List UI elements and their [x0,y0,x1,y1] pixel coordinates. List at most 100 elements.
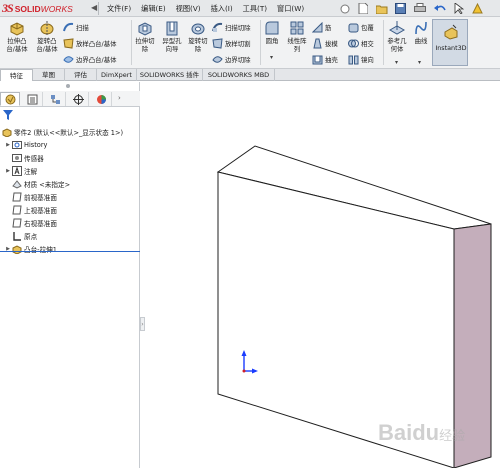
instant3d-button[interactable]: Instant3D [432,19,468,66]
tree-item-sensors[interactable]: 传感器 [4,152,44,163]
sweep-button[interactable]: 扫描 [63,21,89,33]
tree-item-label: 上视基准面 [24,206,57,215]
fillet-dropdown-icon[interactable]: ▾ [270,54,273,62]
tree-item-material[interactable]: 材质 <未指定> [4,178,70,189]
revolve-cut-label: 旋转切 除 [188,37,208,53]
wordmark-bold: SOLID [14,3,41,14]
tab-feature-tree[interactable] [0,92,20,106]
select-arrow-icon[interactable] [454,3,464,14]
reference-geometry-dropdown-icon[interactable]: ▾ [395,59,398,67]
configuration-manager-icon [51,94,60,104]
menu-view[interactable]: 视图(V) [171,4,206,14]
boundary-cut-button[interactable]: 边界切除 [212,53,251,65]
ribbon-separator [383,20,384,65]
revolve-boss-button[interactable]: 旋转凸 台/基体 [33,20,61,53]
tree-part-root[interactable]: 零件2 (默认<<默认>_显示状态 1>) [2,126,123,137]
tab-configuration-manager[interactable] [46,92,66,106]
shell-button[interactable]: 抽壳 [312,53,338,65]
reference-geometry-icon [389,21,405,35]
extrude-boss-button[interactable]: 拉伸凸 台/基体 [3,20,31,53]
help-icon[interactable] [340,4,350,14]
tab-solidworks-mbd[interactable]: SOLIDWORKS MBD [203,69,275,81]
solidworks-logo[interactable]: 3S SOLIDWORKS [2,1,73,16]
mirror-label: 镜向 [361,55,374,64]
wordmark-italic: WORKS [40,3,73,14]
tab-property-manager[interactable] [23,92,43,106]
linear-pattern-icon [290,21,304,35]
menu-expand-arrow-icon[interactable]: ◀ [91,3,97,12]
rebuild-icon[interactable] [472,3,483,14]
mirror-button[interactable]: 镜向 [348,53,374,65]
tab-features[interactable]: 特征 [0,69,33,81]
tree-item-label: 材质 <未指定> [24,180,71,189]
swept-cut-button[interactable]: 扫描切除 [212,21,251,33]
draft-button[interactable]: 拔模 [312,37,338,49]
menu-file[interactable]: 文件(F) [102,4,136,14]
tree-part-label: 零件2 (默认<<默认>_显示状态 1>) [14,128,124,137]
hole-wizard-icon [166,21,178,36]
curves-label: 曲线 [414,37,428,45]
boundary-cut-label: 边界切除 [225,55,251,64]
open-folder-icon[interactable] [376,4,388,14]
menu-edit[interactable]: 编辑(E) [136,4,171,14]
tab-evaluate[interactable]: 评估 [65,69,97,81]
filter-icon[interactable] [3,110,13,120]
curves-dropdown-icon[interactable]: ▾ [418,59,421,67]
solidworks-wordmark: SOLIDWORKS [15,4,73,14]
save-icon[interactable] [395,3,406,14]
tree-item-origin[interactable]: 原点 [4,230,37,241]
print-icon[interactable] [414,3,426,14]
tab-dimxpert-manager[interactable] [69,92,89,106]
tree-item-label: 右视基准面 [24,219,57,228]
panel-grip[interactable] [66,84,70,88]
reference-geometry-label: 参考几 何体 [387,37,407,53]
tree-item-top-plane[interactable]: 上视基准面 [4,204,57,215]
reference-geometry-button[interactable]: 参考几 何体 ▾ [385,20,409,66]
curves-button[interactable]: 曲线 ▾ [411,20,431,66]
rollback-bar[interactable] [0,251,140,252]
lofted-cut-button[interactable]: 放样切割 [212,37,251,49]
hole-wizard-label: 异型孔 向导 [162,37,182,53]
tab-dimxpert[interactable]: DimXpert [97,69,137,81]
tree-item-history[interactable]: ▶ History [4,139,47,150]
wrap-button[interactable]: 包覆 [348,21,374,33]
linear-pattern-button[interactable]: 线性阵 列 [285,20,309,53]
model-viewport[interactable] [146,82,500,468]
boundary-boss-button[interactable]: 边界凸台/基体 [63,53,117,65]
panel-more-arrow-icon[interactable]: › [118,94,121,102]
panel-collapse-handle[interactable]: › [140,317,145,331]
expand-arrow-icon[interactable]: ▶ [4,142,12,148]
menu-window[interactable]: 窗口(W) [272,4,309,14]
ribbon-separator [260,20,261,65]
property-manager-icon [27,94,38,104]
rib-button[interactable]: 筋 [312,21,331,33]
mirror-icon [348,55,359,64]
undo-icon[interactable] [434,3,446,14]
tab-solidworks-addins[interactable]: SOLIDWORKS 插件 [137,69,203,81]
tree-item-right-plane[interactable]: 右视基准面 [4,217,57,228]
extrude-boss-label: 拉伸凸 台/基体 [6,37,28,53]
revolve-cut-button[interactable]: 旋转切 除 [186,20,210,53]
graphics-area[interactable] [146,82,500,468]
tab-sketch[interactable]: 草图 [33,69,65,81]
menu-tools[interactable]: 工具(T) [238,4,272,14]
new-document-icon[interactable] [358,3,368,14]
tree-item-boss-extrude1[interactable]: ▶ 凸台-拉伸1 [4,243,57,254]
fillet-label: 圆角 [265,37,279,45]
menu-insert[interactable]: 插入(I) [206,4,238,14]
history-icon [12,140,22,149]
loft-boss-button[interactable]: 放样凸台/基体 [63,37,117,49]
fillet-button[interactable]: 圆角 ▾ [262,20,282,61]
display-manager-icon [97,94,106,104]
tree-item-annotations[interactable]: ▶ 注解 [4,165,37,176]
lofted-cut-label: 放样切割 [225,39,251,48]
extrude-cut-button[interactable]: 拉伸切 除 [133,20,157,53]
tab-display-manager[interactable] [92,92,112,106]
hole-wizard-button[interactable]: 异型孔 向导 [159,20,185,53]
tree-item-front-plane[interactable]: 前视基准面 [4,191,57,202]
linear-pattern-label: 线性阵 列 [287,37,307,53]
expand-arrow-icon[interactable]: ▶ [4,168,12,174]
wrap-label: 包覆 [361,23,374,32]
tree-item-label: 原点 [24,232,38,241]
intersect-button[interactable]: 相交 [348,37,374,49]
